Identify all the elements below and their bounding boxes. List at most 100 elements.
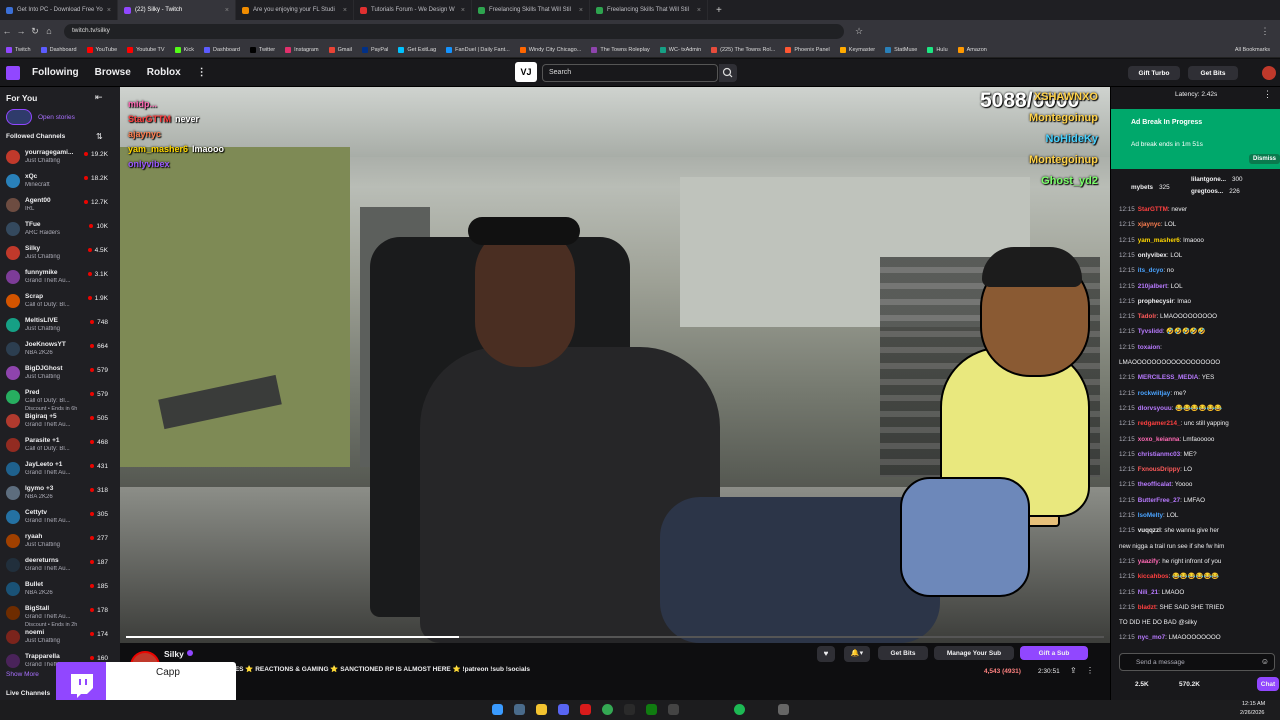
- sidebar-channel[interactable]: Cettytv Grand Theft Au... 305: [0, 507, 120, 527]
- chat-username[interactable]: nyc_mo7: [1138, 634, 1165, 641]
- bookmark-item[interactable]: Phoenix Panel: [785, 46, 830, 53]
- bookmark-item[interactable]: Dashboard: [40, 46, 77, 53]
- avatar[interactable]: [1262, 66, 1276, 80]
- adobe-icon[interactable]: [580, 704, 591, 715]
- nav-roblox[interactable]: Roblox: [147, 67, 181, 78]
- bits-balance[interactable]: 570.2K: [1179, 681, 1200, 688]
- nav-following[interactable]: Following: [32, 67, 79, 78]
- chat-input[interactable]: Send a message ☺: [1119, 653, 1275, 671]
- chat-message[interactable]: 12:15 rockwiitjay: me?: [1119, 389, 1277, 398]
- more-icon[interactable]: ⋮: [197, 67, 207, 78]
- new-tab-button[interactable]: +: [716, 5, 722, 16]
- chat-message[interactable]: 12:15 dlorvsyouu: 😂😂😂😂😂😂: [1119, 404, 1277, 413]
- chat-username[interactable]: dlorvsyouu: [1138, 405, 1172, 412]
- home-icon[interactable]: ⌂: [42, 26, 56, 36]
- video-progress-bar[interactable]: [126, 636, 1104, 638]
- chat-message[interactable]: 12:15 MERCILESS_MEDIA: YES: [1119, 373, 1277, 382]
- manage-sub-button[interactable]: Manage Your Sub: [934, 646, 1014, 660]
- bookmark-item[interactable]: PayPal: [361, 46, 388, 53]
- chat-message[interactable]: 12:15 FxnousDrippy: LO: [1119, 465, 1277, 474]
- bookmark-item[interactable]: StatMuse: [885, 46, 917, 53]
- obs-icon[interactable]: [668, 704, 679, 715]
- sidebar-channel[interactable]: yourragegami... Just Chatting 19.2K: [0, 147, 120, 167]
- sidebar-channel[interactable]: xQc Minecraft 18.2K: [0, 171, 120, 191]
- chat-username[interactable]: ButterFree_27: [1138, 497, 1180, 504]
- sidebar-channel[interactable]: BigDJGhost Just Chatting 579: [0, 363, 120, 383]
- chat-message[interactable]: 12:15 Nili_21: LMAOO: [1119, 588, 1277, 597]
- close-tab-icon[interactable]: ×: [461, 7, 465, 14]
- windows-start-icon[interactable]: [492, 704, 503, 715]
- dismiss-button[interactable]: Dismiss: [1249, 154, 1280, 164]
- chat-username[interactable]: toxaion: [1138, 344, 1160, 351]
- bookmark-item[interactable]: Amazon: [957, 46, 987, 53]
- bookmark-item[interactable]: Gmail: [328, 46, 352, 53]
- browser-tab[interactable]: Tutorials Forum - We Design W ×: [354, 0, 472, 20]
- sidebar-channel[interactable]: Bullet NBA 2K26 185: [0, 579, 120, 599]
- bookmark-item[interactable]: (225) The Towns Rol...: [711, 46, 775, 53]
- sidebar-channel[interactable]: JoeKnowsYT NBA 2K26 664: [0, 339, 120, 359]
- stories-avatar[interactable]: [6, 109, 32, 125]
- sort-icon[interactable]: ⇅: [96, 132, 103, 141]
- taskbar-time[interactable]: 12:15 AM: [1242, 701, 1265, 707]
- forward-icon[interactable]: →: [14, 26, 28, 36]
- sidebar-channel[interactable]: deereturns Grand Theft Au... 187: [0, 555, 120, 575]
- bookmark-item[interactable]: Instagram: [285, 46, 319, 53]
- vj-icon[interactable]: VJ: [515, 62, 537, 82]
- bookmark-item[interactable]: Twitter: [249, 46, 275, 53]
- chat-message[interactable]: 12:15 yaazify: he right infront of you: [1119, 557, 1277, 566]
- sidebar-channel[interactable]: MeltisLIVE Just Chatting 748: [0, 315, 120, 335]
- video-player[interactable]: 5088/6000 midp... StarGTTM never ajaynyc yam…: [120, 87, 1110, 643]
- sidebar-channel[interactable]: lgymo +3 NBA 2K26 318: [0, 483, 120, 503]
- chat-send-button[interactable]: Chat: [1257, 677, 1279, 691]
- sidebar-channel[interactable]: ryaah Just Chatting 277: [0, 531, 120, 551]
- chat-message[interactable]: 12:15 onlyvibex: LOL: [1119, 251, 1277, 260]
- chat-username[interactable]: xjaynyc: [1138, 221, 1161, 228]
- share-icon[interactable]: ⇪: [1070, 666, 1077, 675]
- star-icon[interactable]: ☆: [852, 26, 866, 37]
- sidebar-channel[interactable]: Agent00 IRL 12.7K: [0, 195, 120, 215]
- bookmark-item[interactable]: Dashboard: [203, 46, 240, 53]
- chat-message[interactable]: 12:15 prophecysir: lmao: [1119, 297, 1277, 306]
- channel-name[interactable]: Silky: [164, 649, 184, 659]
- chat-message[interactable]: 12:15 its_dcyo: no: [1119, 266, 1277, 275]
- gift-turbo-button[interactable]: Gift Turbo: [1128, 66, 1180, 80]
- chat-username[interactable]: vuqqzzl: [1138, 527, 1161, 534]
- bookmark-item[interactable]: Get ExitLag: [398, 46, 436, 53]
- chat-message[interactable]: 12:15 ButterFree_27: LMFAO: [1119, 496, 1277, 505]
- chat-message[interactable]: 12:15 redgamer214_: unc still yapping: [1119, 419, 1277, 428]
- leaderboard-entry[interactable]: lilantgone... 300: [1191, 175, 1279, 184]
- get-bits-stream-button[interactable]: Get Bits: [878, 646, 928, 660]
- twitch-logo-icon[interactable]: [6, 65, 20, 80]
- chat-username[interactable]: redgamer214_: [1138, 420, 1181, 427]
- close-tab-icon[interactable]: ×: [343, 7, 347, 14]
- chat-username[interactable]: xoxo_keianna: [1138, 436, 1180, 443]
- chat-message[interactable]: 12:15 christianmc03: ME?: [1119, 450, 1277, 459]
- bookmark-item[interactable]: Kick: [174, 46, 194, 53]
- chrome-icon[interactable]: [602, 704, 613, 715]
- chat-message[interactable]: 12:15 210jalbert: LOL: [1119, 282, 1277, 291]
- bookmark-item[interactable]: Youtube TV: [127, 46, 165, 53]
- bookmark-item[interactable]: Hulu: [927, 46, 948, 53]
- chat-message[interactable]: 12:15 theofficalat: Yoooo: [1119, 480, 1277, 489]
- leaderboard-entry[interactable]: gregtoos... 226: [1191, 187, 1279, 196]
- chat-username[interactable]: kiccahbos: [1138, 573, 1169, 580]
- close-tab-icon[interactable]: ×: [697, 7, 701, 14]
- notification-icon[interactable]: 🔔▾: [844, 646, 870, 662]
- chat-username[interactable]: StarGTTM: [1138, 206, 1168, 213]
- menu-icon[interactable]: ⋮: [1258, 26, 1272, 37]
- discord-icon[interactable]: [558, 704, 569, 715]
- browser-tab[interactable]: Are you enjoying your FL Studi ×: [236, 0, 354, 20]
- bookmark-item[interactable]: YouTube: [86, 46, 117, 53]
- chat-username[interactable]: prophecysir: [1138, 298, 1174, 305]
- chat-message[interactable]: TO DID HE DO BAD @silky: [1119, 618, 1277, 627]
- chat-message[interactable]: 12:15 IsoMelty: LOL: [1119, 511, 1277, 520]
- chat-message[interactable]: 12:15 xoxo_keianna: Lmfaooooo: [1119, 435, 1277, 444]
- sidebar-channel[interactable]: JayLeeto +1 Grand Theft Au... 431: [0, 459, 120, 479]
- collapse-sidebar-icon[interactable]: ⇤: [95, 92, 103, 103]
- search-input[interactable]: Search: [542, 64, 718, 82]
- chat-username[interactable]: Tyvslidd: [1138, 328, 1163, 335]
- chat-username[interactable]: IsoMelty: [1138, 512, 1163, 519]
- chat-message[interactable]: 12:15 StarGTTM: never: [1119, 205, 1277, 214]
- close-tab-icon[interactable]: ×: [579, 7, 583, 14]
- sidebar-channel[interactable]: BigStall Grand Theft Au... 178 Discount • E…: [0, 603, 120, 628]
